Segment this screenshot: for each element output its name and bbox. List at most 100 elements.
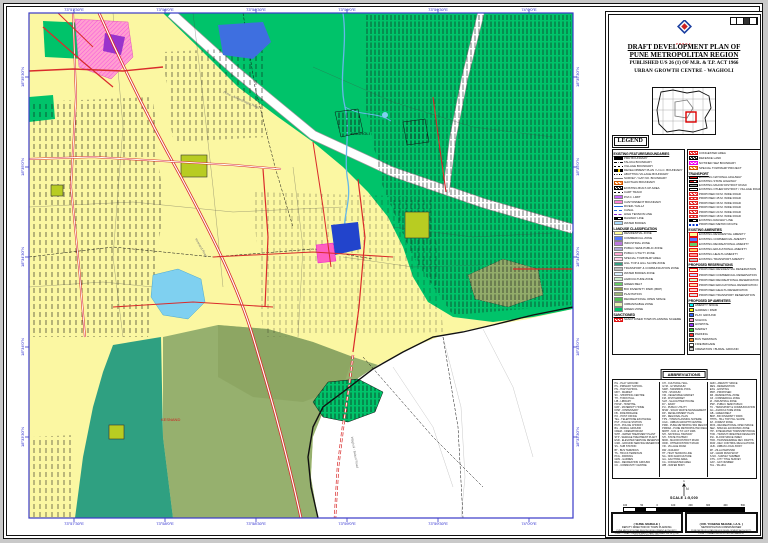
- legend-swatch: [688, 252, 698, 257]
- abbreviations-title: ABBREVIATIONS: [660, 368, 708, 381]
- index-map[interactable]: [652, 86, 716, 135]
- legend-item: EXISTING MAJOR DISTRICT ROAD: [688, 184, 760, 188]
- signature-blocks: ( SUNIL MARALE ) DEPUTY DIRECTOR OF TOWN…: [610, 511, 758, 535]
- legend-item-label: SCHOOL: [695, 318, 708, 322]
- legend-item-label: PROPOSED 36 M. WIDE ROAD: [699, 201, 741, 205]
- map-place-label: KESNAND: [161, 417, 180, 422]
- legend-swatch: [613, 221, 623, 226]
- legend-item-label: PLANTATION: [624, 292, 642, 296]
- legend-swatch: [613, 271, 623, 277]
- legend-item-label: VILLAGE BOUNDARY: [624, 164, 654, 168]
- legend-swatch: [688, 293, 698, 298]
- signature-right: ( DR. YOGESH MHASE, I.A.S. ) METROPOLITA…: [685, 511, 758, 535]
- legend-swatch: [688, 156, 698, 161]
- sheet-inner-border: 73°57′30″E 73°58′0″E 73°58′30″E 73°59′0″E 73…: [6, 6, 763, 538]
- legend-item: PROPOSED TRANSPORT RESERVATION: [688, 293, 760, 298]
- legend-item-label: HOSPITAL: [695, 323, 710, 327]
- legend-item-label: BIO DIVERSITY PARK (BDP): [624, 287, 663, 291]
- legend-item-label: PROPOSED RECREATIONAL RESERVATION: [699, 278, 760, 282]
- scale-tick: 50: [640, 503, 644, 507]
- legend-item: SANCTIONED TOWN PLANNING SCHEME: [613, 317, 683, 322]
- legend-item: RESIDENTIAL ZONE: [613, 231, 683, 236]
- scale-tick: 100: [623, 503, 628, 507]
- legend-swatch: [613, 266, 623, 272]
- abbreviations-column: AMN - AMENITY SPACE RES - RESERVATION EXG …: [709, 382, 755, 477]
- abbreviations-panel: PG - PLAY GROUND PS - PRIMARY SCHOOL HS - …: [611, 378, 757, 479]
- scale-tick: 300: [705, 503, 711, 507]
- legend-item-label: WATER BODIES: [624, 221, 646, 225]
- scale-tick: 500: [740, 503, 745, 507]
- legend-item-label: PROPOSED METRO ROUTE: [699, 223, 738, 227]
- legend-item: PROPOSED 24 M. WIDE ROAD: [688, 210, 760, 214]
- growth-centre-title: URBAN GROWTH CENTRE - WAGHOLI: [634, 68, 734, 74]
- legend-item: TALUKA BOUNDARY: [613, 161, 683, 164]
- legend-item-label: CONGESTED AREA: [699, 151, 726, 155]
- legend-swatch: [688, 201, 698, 205]
- legend-item-label: PMR BOUNDARY: [624, 156, 648, 160]
- legend-swatch: [613, 161, 623, 164]
- legend-item: CANAL: [613, 209, 683, 212]
- legend-item-label: GREEN ZONE: [624, 308, 644, 312]
- plan-title-line1: DRAFT DEVELOPMENT PLAN OF: [627, 42, 741, 51]
- legend-item: ABUTTING VILLAGE BOUNDARY: [613, 173, 683, 176]
- legend-section-header: TRANSPORT: [688, 171, 709, 176]
- legend-item: EXISTING NATIONAL HIGHWAY: [688, 176, 760, 180]
- legend-item-label: PROPOSED 18 M. WIDE ROAD: [699, 215, 741, 219]
- coordinate-label: 18°34′0″N: [20, 338, 25, 356]
- legend-item: SURVEY / GAT NO. BOUNDARY: [613, 176, 683, 180]
- legend-swatch: [613, 217, 623, 221]
- legend-item: WATER BODIES: [613, 221, 683, 226]
- legend-item-label: GARDEN / PARK: [695, 308, 718, 312]
- legend-swatch: [613, 206, 623, 208]
- legend-item-label: SPECIAL TOWNSHIP AREA: [624, 257, 661, 261]
- legend-item-label: SPECIAL TOWNSHIP PROJECT: [699, 166, 742, 170]
- legend-item-label: PARKING: [695, 333, 708, 337]
- signatory-name-right: ( DR. YOGESH MHASE, I.A.S. ): [699, 521, 743, 526]
- legend-item: MARKET: [688, 327, 760, 332]
- legend-swatch: [688, 337, 694, 342]
- legend-swatch: [688, 318, 694, 323]
- legend-item-label: SANCTIONED TOWN PLANNING SCHEME: [624, 318, 682, 322]
- legend-item-label: PROPOSED RESIDENTIAL RESERVATION: [699, 268, 757, 272]
- plan-title-line2: PUNE METROPOLITAN REGION: [629, 50, 739, 59]
- legend-item: PROPOSED COMMERCIAL RESERVATION: [688, 272, 760, 278]
- legend-section-header: PROPOSED RESERVATIONS: [688, 263, 733, 268]
- legend-swatch: [688, 237, 698, 242]
- legend-swatch: [613, 231, 623, 236]
- legend-item-label: PROPOSED HEALTH RESERVATION: [699, 288, 749, 292]
- legend-item-label: RECREATIONAL OPEN SPACE: [624, 297, 666, 301]
- legend-swatch: [613, 214, 623, 216]
- legend-item-label: EXISTING BUILT-UP AREA: [624, 186, 660, 190]
- map-canvas[interactable]: 73°57′30″E 73°58′0″E 73°58′30″E 73°59′0″E 73…: [13, 7, 605, 538]
- legend-swatch: [688, 272, 698, 278]
- legend-swatch: [613, 165, 623, 168]
- legend-section-header: PROPOSED DP AMENITIES: [688, 298, 731, 303]
- legend-swatch: [688, 342, 694, 347]
- legend-swatch: [688, 180, 698, 184]
- legend-column-right: CONGESTED AREA DEFENCE LAND NOTIFIED SEZ B…: [686, 148, 760, 355]
- legend-item: URBANISABLE ZONE: [613, 302, 683, 307]
- legend-item: PUBLIC SEMI-PUBLIC ZONE: [613, 246, 683, 251]
- legend-item-label: MARKET: [695, 328, 708, 332]
- legend-swatch: [688, 288, 698, 293]
- legend-item: CANTONMENT BOUNDARY: [613, 200, 683, 205]
- legend-item-label: EXISTING COMMERCIAL AMENITY: [699, 237, 747, 241]
- legend-item: PLAY GROUND: [688, 313, 760, 318]
- legend-item-label: PROPOSED 30 M. WIDE ROAD: [699, 206, 741, 210]
- legend-item: PLANTATION: [613, 292, 683, 297]
- coordinate-label: 18°35′0″N: [20, 158, 25, 176]
- legend-item: RAILWAY LINE: [613, 217, 683, 221]
- legend-swatch: [688, 242, 698, 247]
- legend-swatch: [688, 219, 698, 223]
- plan-subtitle: PUBLISHED U/S 26 (1) OF M.R. & T.P. ACT …: [629, 61, 739, 66]
- abbreviation-entry: WB - WATER BODY: [662, 463, 685, 467]
- legend-item: HILL TOP & HILL SLOPE ZONE: [613, 261, 683, 266]
- legend-swatch: [688, 303, 694, 308]
- legend-swatch: [613, 177, 623, 179]
- legend-swatch: [688, 257, 698, 262]
- legend-item-label: SURVEY / GAT NO. BOUNDARY: [624, 176, 667, 180]
- legend-item-label: DEVELOPMENT PLAN / U.G.C. BOUNDARY: [624, 168, 683, 172]
- legend-item-label: PROPOSED TRANSPORT RESERVATION: [699, 293, 755, 297]
- legend-item: GREEN ZONE: [613, 307, 683, 312]
- legend-item: PROPOSED 45 M. WIDE ROAD: [688, 196, 760, 201]
